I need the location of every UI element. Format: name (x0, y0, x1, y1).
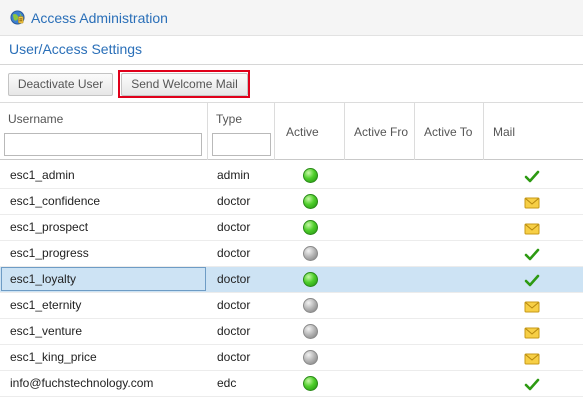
column-header-mail[interactable]: Mail (484, 103, 583, 160)
column-header-username[interactable]: Username (0, 103, 208, 160)
username-cell: esc1_admin (10, 168, 75, 182)
type-filter-input[interactable] (212, 133, 271, 156)
active-status-icon (303, 168, 319, 184)
page-title: User/Access Settings (9, 41, 143, 57)
type-cell: edc (217, 376, 237, 390)
username-cell: info@fuchstechnology.com (10, 376, 154, 390)
inactive-status-icon (303, 298, 319, 314)
type-cell: doctor (217, 220, 251, 234)
username-filter-input[interactable] (4, 133, 202, 156)
mail-sent-check-icon (524, 248, 540, 261)
username-cell: esc1_prospect (10, 220, 89, 234)
type-cell: doctor (217, 298, 251, 312)
username-cell: esc1_eternity (10, 298, 82, 312)
deactivate-user-button[interactable]: Deactivate User (8, 73, 113, 96)
column-header-type[interactable]: Type (208, 103, 275, 160)
active-status-icon (303, 194, 319, 210)
column-label-username: Username (8, 112, 64, 126)
column-label-active-to: Active To (424, 125, 473, 139)
type-cell: doctor (217, 350, 251, 364)
column-label-active-from: Active Fro (354, 125, 409, 139)
table-row[interactable]: esc1_progress doctor (0, 241, 583, 267)
app-title: Access Administration (31, 10, 168, 26)
mail-envelope-icon (524, 223, 540, 235)
table-row[interactable]: esc1_admin admin (0, 163, 583, 189)
mail-envelope-icon (524, 301, 540, 313)
column-label-active: Active (286, 125, 319, 139)
username-cell: esc1_confidence (10, 194, 101, 208)
username-cell: esc1_progress (10, 246, 89, 260)
globe-icon (10, 10, 25, 25)
table-row[interactable]: esc1_king_price doctor (0, 345, 583, 371)
inactive-status-icon (303, 324, 319, 340)
app-header: Access Administration (0, 0, 583, 36)
type-cell: doctor (217, 194, 251, 208)
inactive-status-icon (303, 246, 319, 262)
table-row-selected[interactable]: esc1_loyalty doctor (0, 267, 583, 293)
type-cell: doctor (217, 324, 251, 338)
username-cell: esc1_king_price (10, 350, 97, 364)
inactive-status-icon (303, 350, 319, 366)
table-row[interactable]: esc1_prospect doctor (0, 215, 583, 241)
column-header-active-to[interactable]: Active To (415, 103, 484, 160)
active-status-icon (303, 376, 319, 392)
grid-header: Username Type Active Active Fro Active T… (0, 102, 583, 160)
type-cell: doctor (217, 246, 251, 260)
column-label-mail: Mail (493, 125, 516, 139)
mail-envelope-icon (524, 197, 540, 209)
type-cell: doctor (217, 272, 251, 286)
section-divider (0, 64, 583, 65)
send-welcome-mail-button[interactable]: Send Welcome Mail (121, 73, 248, 96)
column-label-type: Type (216, 112, 243, 126)
mail-sent-check-icon (524, 170, 540, 183)
column-header-active[interactable]: Active (275, 103, 345, 160)
active-status-icon (303, 220, 319, 236)
username-cell: esc1_loyalty (1, 267, 206, 291)
mail-envelope-icon (524, 327, 540, 339)
mail-envelope-icon (524, 353, 540, 365)
mail-sent-check-icon (524, 378, 540, 391)
mail-sent-check-icon (524, 274, 540, 287)
table-row[interactable]: esc1_venture doctor (0, 319, 583, 345)
table-row[interactable]: info@fuchstechnology.com edc (0, 371, 583, 397)
type-cell: admin (217, 168, 250, 182)
table-row[interactable]: esc1_eternity doctor (0, 293, 583, 319)
active-status-icon (303, 272, 319, 288)
table-row[interactable]: esc1_confidence doctor (0, 189, 583, 215)
username-cell: esc1_venture (10, 324, 83, 338)
column-header-active-from[interactable]: Active Fro (345, 103, 415, 160)
